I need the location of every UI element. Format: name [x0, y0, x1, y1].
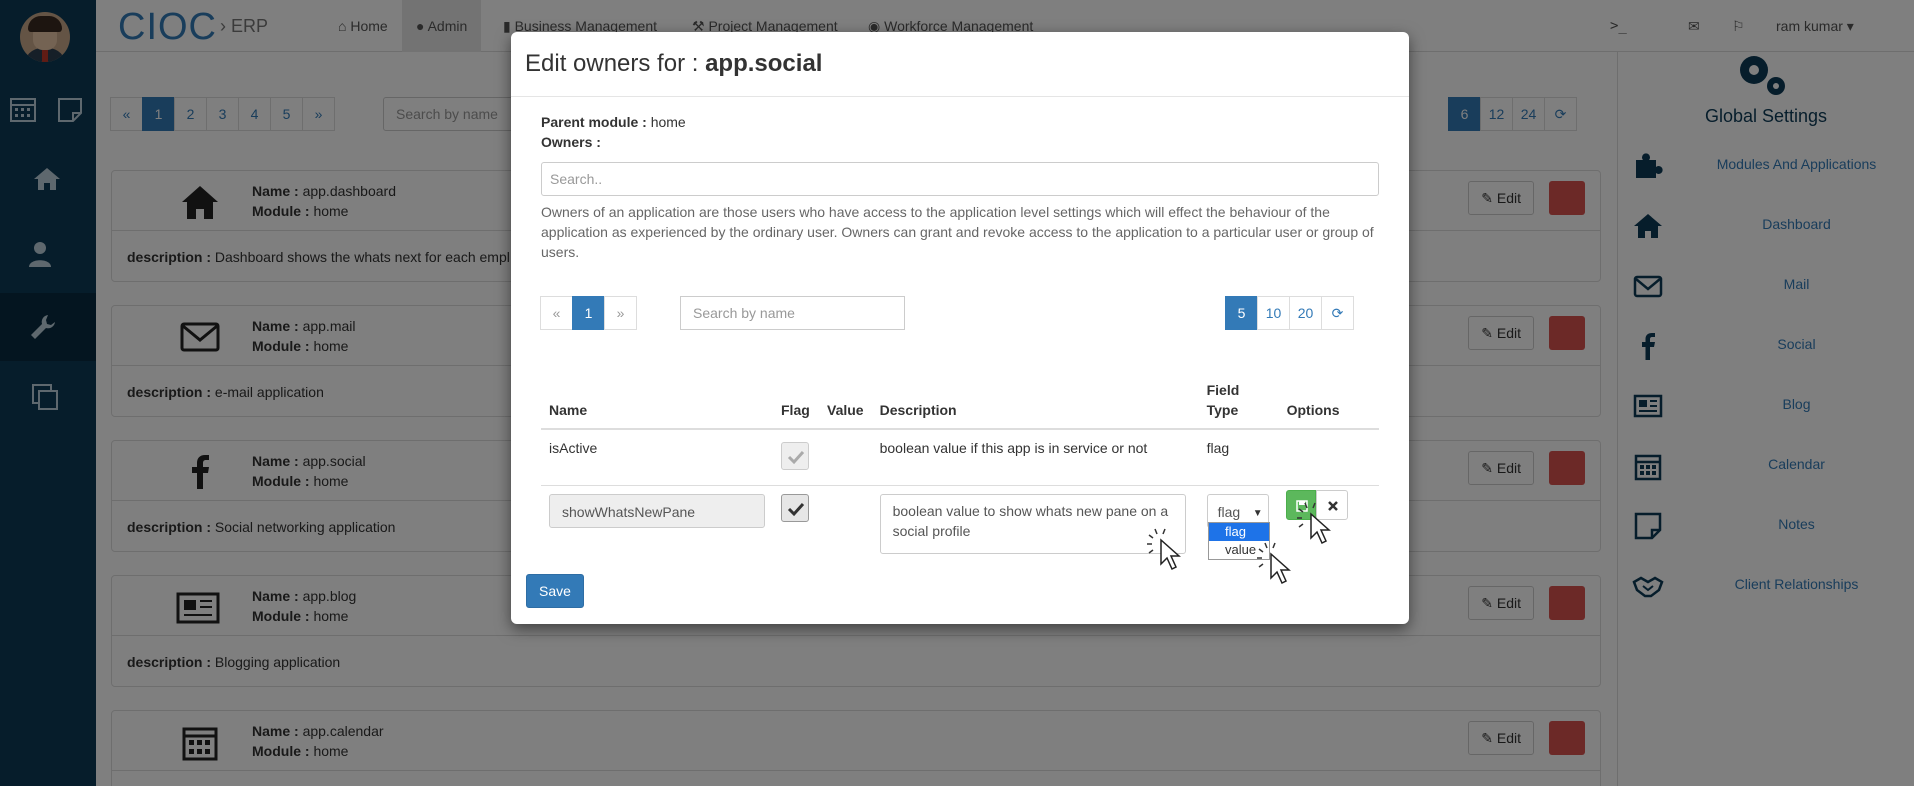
row-name: isActive: [541, 428, 773, 485]
flag-checkbox[interactable]: [781, 493, 809, 522]
owners-help-text: Owners of an application are those users…: [541, 204, 1374, 260]
modal-refresh-button[interactable]: ⟳: [1321, 296, 1354, 330]
cursor-click-icon: [1297, 502, 1331, 545]
owners-search-input[interactable]: Search..: [541, 162, 1379, 196]
modal-page-1[interactable]: 1: [572, 296, 605, 330]
cursor-click-icon: [1257, 542, 1291, 585]
col-description: Description: [871, 372, 1199, 430]
row-value: [819, 428, 872, 485]
modal-page-prev[interactable]: «: [540, 296, 573, 330]
row-field-type: flag: [1198, 428, 1279, 485]
edit-owners-modal: Edit owners for : app.social Parent modu…: [511, 32, 1409, 624]
modal-search-by-name-input[interactable]: Search by name: [680, 296, 905, 330]
modal-title: Edit owners for : app.social: [525, 50, 823, 77]
save-button[interactable]: Save: [526, 574, 584, 608]
col-field-type: Field Type: [1198, 372, 1279, 430]
modal-pagination: « 1 »: [540, 296, 637, 330]
flag-checkbox[interactable]: [781, 442, 809, 470]
description-textarea[interactable]: boolean value to show whats new pane on …: [879, 493, 1186, 554]
modal-page-size: 5 10 20 ⟳: [1225, 296, 1354, 330]
parent-module: Parent module : home: [541, 114, 686, 130]
col-value: Value: [819, 372, 872, 430]
cursor-click-icon: [1147, 528, 1181, 571]
modal-size-5[interactable]: 5: [1225, 296, 1258, 330]
owners-label: Owners :: [541, 134, 601, 150]
col-options: Options: [1278, 372, 1379, 430]
table-row: isActive boolean value if this app is in…: [541, 428, 1379, 485]
col-name: Name: [541, 372, 773, 430]
option-flag[interactable]: flag: [1209, 523, 1269, 541]
modal-size-10[interactable]: 10: [1257, 296, 1290, 330]
name-input[interactable]: showWhatsNewPane: [549, 493, 765, 528]
modal-page-next[interactable]: »: [604, 296, 637, 330]
chevron-down-icon: ▼: [1252, 507, 1263, 519]
row-description: boolean value if this app is in service …: [871, 428, 1199, 485]
col-flag: Flag: [773, 372, 819, 430]
modal-size-20[interactable]: 20: [1289, 296, 1322, 330]
